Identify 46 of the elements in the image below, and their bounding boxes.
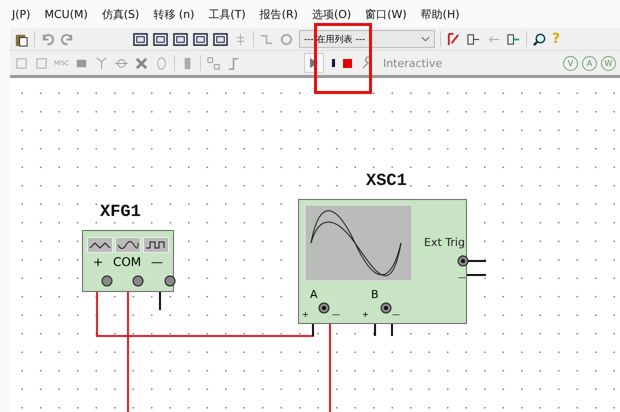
connector-icon[interactable]: [206, 56, 221, 70]
oscilloscope[interactable]: Ext Trig A B + — + — —: [298, 199, 467, 324]
plus-sign: +: [362, 311, 369, 319]
menu-item[interactable]: 转移 (n): [153, 6, 194, 22]
menu-item[interactable]: MCU(M): [44, 8, 88, 20]
terminal-icon: [457, 255, 469, 267]
function-generator[interactable]: + COM —: [82, 230, 174, 292]
panel-icon[interactable]: [133, 32, 148, 46]
stop-button[interactable]: [342, 58, 352, 68]
component-icon[interactable]: [134, 56, 149, 70]
panel-icon[interactable]: [173, 32, 188, 46]
export-icon[interactable]: [466, 32, 481, 46]
antenna-icon[interactable]: [94, 56, 109, 70]
terminal-label: COM: [112, 255, 142, 269]
minus-sign: —: [332, 311, 340, 319]
caret-icon[interactable]: [421, 36, 430, 42]
panel-icon[interactable]: [193, 32, 208, 46]
in-use-list-dropdown[interactable]: --- 在用列表 ---: [299, 30, 435, 48]
menu-item[interactable]: 报告(R): [260, 6, 298, 22]
search-icon[interactable]: [532, 32, 547, 46]
menu-item[interactable]: J(P): [12, 8, 30, 20]
sine-wave-icon[interactable]: [115, 237, 141, 253]
menu-item[interactable]: 帮助(H): [420, 6, 460, 22]
plus-sign: +: [302, 311, 309, 319]
simulation-mode-label: Interactive: [382, 56, 442, 70]
terminal-label: +: [93, 255, 104, 269]
minus-sign: —: [392, 311, 400, 319]
undo-icon[interactable]: [40, 32, 55, 46]
pause-icon[interactable]: [332, 59, 335, 67]
menu-item[interactable]: 选项(O): [312, 6, 352, 22]
channel-label: A: [310, 288, 318, 301]
export-icon[interactable]: [506, 32, 521, 46]
panel-icon[interactable]: [213, 32, 228, 46]
square-wave-icon[interactable]: [143, 237, 169, 253]
panel-icon[interactable]: [153, 32, 168, 46]
menu-item[interactable]: 仿真(S): [102, 6, 140, 22]
redo-icon[interactable]: [60, 32, 75, 46]
menu-item[interactable]: 窗口(W): [365, 6, 407, 22]
minus-sign: —: [458, 274, 466, 282]
play-icon[interactable]: [308, 57, 319, 69]
trigger-label: Ext Trig: [424, 236, 465, 249]
triangle-wave-icon[interactable]: [87, 237, 113, 253]
menu-item[interactable]: 工具(T): [208, 6, 246, 22]
channel-label: B: [371, 288, 379, 301]
terminal-label: —: [151, 255, 163, 269]
terminal-icon: [164, 275, 176, 287]
